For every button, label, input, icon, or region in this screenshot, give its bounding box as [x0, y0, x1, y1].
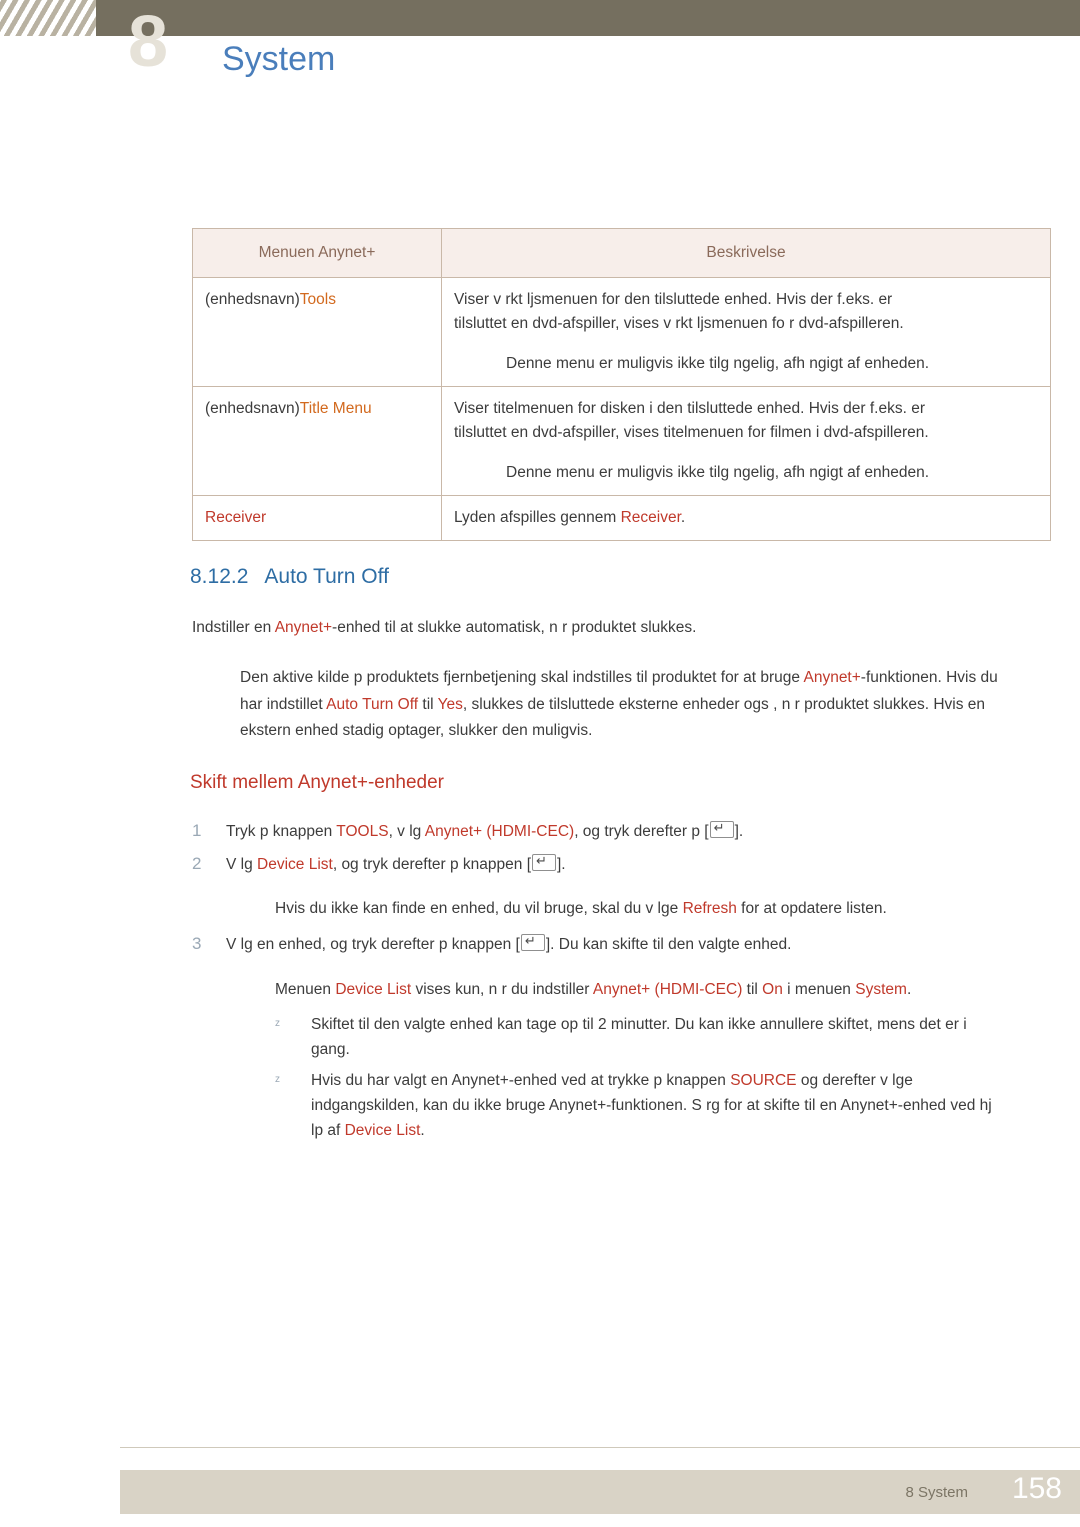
table-row: (enhedsnavn)Tools Viser v rkt ljsmenuen …: [192, 277, 1051, 388]
detail-paragraph: Den aktive kilde p produktets fjernbetje…: [240, 665, 1000, 745]
step-end-text: ].: [557, 856, 566, 873]
bullet-pre-text: Hvis du har valgt en Anynet+-enhed ved a…: [311, 1072, 731, 1089]
bullet-marker-icon: z: [275, 1018, 280, 1029]
table-header-menu: Menuen Anynet+: [192, 227, 442, 279]
step-end-text: ].: [734, 823, 744, 840]
desc-note: Denne menu er muligvis ikke tilg ngelig,…: [506, 464, 930, 482]
desc-pre-text: Lyden afspilles gennem: [454, 509, 621, 527]
intro-paragraph: Indstiller en Anynet+-enhed til at slukk…: [192, 616, 992, 641]
intro-post-text: -enhed til at slukke automatisk, n r pro…: [332, 619, 697, 636]
enter-key-icon: [520, 932, 545, 951]
keyword-source: SOURCE: [730, 1072, 797, 1089]
note-mid-text-1: vises kun, n r du indstiller: [411, 981, 593, 998]
table-cell-menu-receiver: Receiver: [192, 495, 442, 542]
step-post-text: , og tryk derefter p [: [574, 823, 709, 840]
note-pre-text: Hvis du ikke kan finde en enhed, du vil …: [275, 900, 683, 917]
keyword-anynet-hdmi-cec-2: Anynet+ (HDMI-CEC): [592, 981, 743, 998]
keyword-on: On: [762, 981, 783, 998]
enter-key-icon: [709, 819, 734, 838]
note-post-text: .: [906, 981, 912, 998]
header-hatch-decoration: [0, 0, 96, 36]
bullet-item-1: z Skiftet til den valgte enhed kan tage …: [275, 1012, 1005, 1062]
table-row: (enhedsnavn)Title Menu Viser titelmenuen…: [192, 386, 1051, 497]
table-cell-menu-tools: (enhedsnavn)Tools: [192, 277, 442, 388]
table-cell-desc-tools: Viser v rkt ljsmenuen for den tilslutted…: [441, 277, 1051, 388]
keyword-device-list-2: Device List: [335, 981, 412, 998]
desc-post-text: .: [680, 509, 686, 527]
desc-line-1: Viser titelmenuen for disken i den tilsl…: [454, 400, 925, 418]
desc-line-2: tilsluttet en dvd-afspiller, vises titel…: [454, 424, 929, 442]
table-cell-desc-receiver: Lyden afspilles gennem Receiver.: [441, 495, 1051, 542]
step-pre-text: V lg en enhed, og tryk derefter p knappe…: [226, 936, 520, 953]
footer-page-number: 158: [1011, 1472, 1062, 1505]
anynet-menu-table: Menuen Anynet+ Beskrivelse (enhedsnavn)T…: [192, 227, 1051, 542]
step-note-device-list: Menuen Device List vises kun, n r du ind…: [275, 978, 1005, 1003]
keyword-anynet-hdmi-cec: Anynet+ (HDMI-CEC): [424, 823, 575, 840]
step-mid-text: , v lg: [388, 823, 425, 840]
note-pre-text: Menuen: [275, 981, 336, 998]
step-number: 2: [192, 854, 202, 873]
table-header-row: Menuen Anynet+ Beskrivelse: [192, 227, 1051, 279]
chapter-number-watermark: 8: [128, 2, 169, 82]
table-cell-menu-title-menu: (enhedsnavn)Title Menu: [192, 386, 442, 497]
keyword-tools-button: TOOLS: [336, 823, 389, 840]
note-post-text: for at opdatere listen.: [736, 900, 887, 917]
para-part-5: til: [418, 695, 438, 713]
desc-note: Denne menu er muligvis ikke tilg ngelig,…: [506, 355, 930, 373]
step-item-3: 3 V lg en enhed, og tryk derefter p knapp…: [192, 930, 1000, 958]
keyword-auto-turn-off: Auto Turn Off: [326, 695, 419, 713]
footer-left-spacer: [0, 1470, 120, 1514]
step-item-1: 1 Tryk p knappen TOOLS, v lg Anynet+ (HDM…: [192, 817, 1000, 845]
para-part-1: Den aktive kilde p produktets fjernbetje…: [240, 669, 804, 686]
keyword-title-menu: Title Menu: [299, 400, 372, 418]
table-cell-desc-title-menu: Viser titelmenuen for disken i den tilsl…: [441, 386, 1051, 497]
bullet-text: Hvis du har valgt en Anynet+-enhed ved a…: [275, 1068, 1005, 1143]
table-row: Receiver Lyden afspilles gennem Receiver…: [192, 495, 1051, 542]
anynet-menu-table-wrapper: Menuen Anynet+ Beskrivelse (enhedsnavn)T…: [192, 227, 1051, 542]
enter-key-icon: [532, 852, 556, 871]
footer-divider: [120, 1447, 1080, 1448]
section-number: 8.12.2: [190, 565, 249, 588]
step-pre-text: Tryk p knappen: [226, 823, 337, 840]
step-number: 1: [192, 821, 202, 840]
note-mid-text-3: i menuen: [782, 981, 856, 998]
step-number: 3: [192, 934, 202, 953]
page-title: System: [222, 40, 336, 78]
device-name-text: (enhedsnavn): [205, 400, 300, 418]
keyword-device-list-3: Device List: [344, 1122, 421, 1140]
section-heading: 8.12.2 Auto Turn Off: [190, 565, 389, 589]
keyword-anynet-plus: Anynet+: [274, 619, 333, 636]
section-title: Auto Turn Off: [264, 565, 389, 588]
note-mid-text-2: til: [742, 981, 763, 998]
bullet-post-text: .: [420, 1122, 425, 1140]
intro-pre-text: Indstiller en: [192, 619, 275, 636]
bullet-text: Skiftet til den valgte enhed kan tage op…: [311, 1016, 967, 1059]
keyword-tools: Tools: [299, 291, 336, 309]
keyword-receiver: Receiver: [620, 509, 681, 527]
footer-chapter-label: 8 System: [905, 1484, 968, 1501]
step-post-text: , og tryk derefter p knappen [: [332, 856, 531, 873]
step-post-text: ]. Du kan skifte til den valgte enhed.: [545, 936, 792, 953]
keyword-yes: Yes: [437, 695, 463, 713]
step-pre-text: V lg: [226, 856, 258, 873]
keyword-system: System: [855, 981, 907, 998]
keyword-anynet-plus-2: Anynet+: [803, 669, 861, 686]
step-note-refresh: Hvis du ikke kan finde en enhed, du vil …: [275, 897, 1005, 922]
device-name-text: (enhedsnavn): [205, 291, 300, 309]
desc-line-1: Viser v rkt ljsmenuen for den tilslutted…: [454, 291, 893, 309]
table-header-description: Beskrivelse: [441, 227, 1051, 279]
bullet-item-2: z Hvis du har valgt en Anynet+-enhed ved…: [275, 1068, 1005, 1143]
desc-line-2: tilsluttet en dvd-afspiller, vises v rkt…: [454, 315, 904, 333]
step-item-2: 2 V lg Device List, og tryk derefter p kn…: [192, 850, 1000, 878]
keyword-device-list: Device List: [257, 856, 333, 873]
keyword-refresh: Refresh: [682, 900, 737, 917]
sub-heading: Skift mellem Anynet+-enheder: [190, 772, 444, 793]
bullet-marker-icon: z: [275, 1074, 280, 1085]
